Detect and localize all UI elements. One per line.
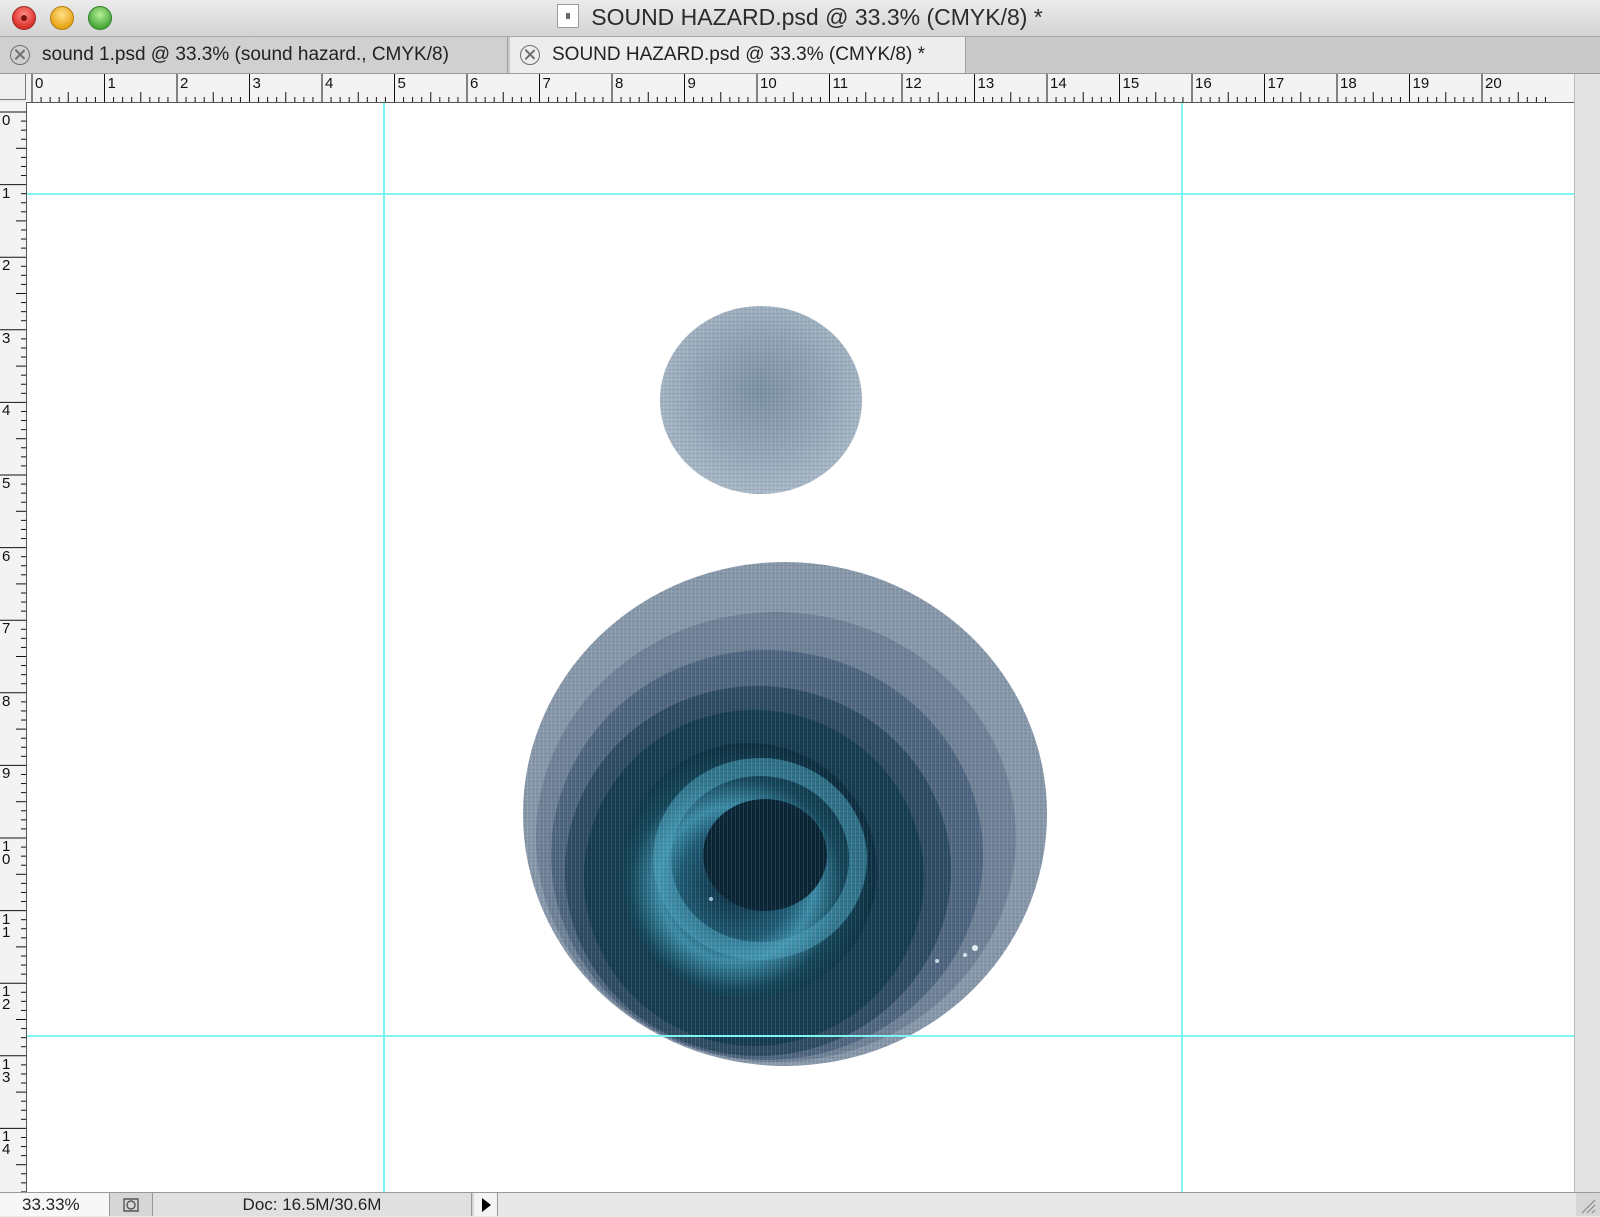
document-tab-bar: sound 1.psd @ 33.3% (sound hazard., CMYK… [0,37,1600,74]
ruler-label: 12 [2,983,11,1014]
tab-sound-1[interactable]: sound 1.psd @ 33.3% (sound hazard., CMYK… [0,37,508,73]
document-canvas[interactable] [27,103,1574,1192]
vertical-ruler[interactable]: 0 1 2 3 4 5 6 7 8 9 10 11 12 13 14 [0,102,27,1192]
ruler-label: 3 [2,329,11,347]
ruler-label: 12 [905,75,922,92]
ruler-label: 7 [542,75,551,92]
ruler-label: 1 [107,75,116,92]
ruler-label: 20 [1485,75,1502,92]
status-menu-arrow-icon[interactable] [474,1193,498,1216]
guide-vertical-left[interactable] [383,103,385,1192]
ruler-origin[interactable] [0,74,26,100]
ruler-label: 6 [470,75,479,92]
vertical-scrollbar[interactable] [1574,74,1600,1192]
document-info[interactable]: Doc: 16.5M/30.6M [152,1193,472,1216]
ruler-label: 4 [325,75,334,92]
ruler-label: 8 [2,692,11,710]
ruler-label: 6 [2,547,11,565]
ruler-label: 15 [1122,75,1140,92]
ruler-label: 13 [977,75,995,92]
ruler-label: 17 [1267,75,1285,92]
window-title-area: SOUND HAZARD.psd @ 33.3% (CMYK/8) * [0,4,1600,31]
ruler-label: 10 [760,75,777,92]
ruler-label: 5 [397,75,406,92]
ruler-label: 11 [832,75,849,92]
horizontal-ruler[interactable]: 0 1 2 3 4 5 6 7 8 9 10 11 12 13 14 15 16 17 18 19 20 [26,74,1574,103]
proof-setup-icon[interactable] [116,1194,146,1216]
tab-close-icon[interactable] [520,45,540,65]
artwork [523,306,1047,1066]
window-title: SOUND HAZARD.psd @ 33.3% (CMYK/8) * [591,4,1043,30]
tab-close-icon[interactable] [10,45,30,65]
guide-horizontal-bottom[interactable] [27,1035,1574,1037]
ruler-label: 10 [2,838,11,868]
horizontal-scrollbar[interactable] [498,1193,1576,1216]
ruler-label: 4 [2,402,11,420]
document-icon [557,4,580,28]
ruler-label: 9 [687,75,696,92]
ruler-label: 14 [1050,75,1067,92]
guide-vertical-right[interactable] [1181,103,1183,1192]
ruler-label: 9 [2,765,11,783]
tab-label: SOUND HAZARD.psd @ 33.3% (CMYK/8) * [552,44,925,65]
ruler-label: 2 [180,75,189,92]
ruler-label: 19 [1412,75,1430,92]
resize-grip-icon[interactable] [1578,1196,1596,1214]
ruler-label: 7 [2,620,11,638]
tab-label: sound 1.psd @ 33.3% (sound hazard., CMYK… [42,44,449,65]
ruler-label: 0 [2,112,11,129]
ruler-label: 2 [2,257,11,275]
ruler-label: 5 [2,475,11,492]
ruler-label: 11 [2,910,11,941]
ruler-label: 1 [2,184,11,202]
ruler-label: 13 [2,1055,11,1086]
ruler-label: 0 [35,75,44,92]
large-circle-shape [523,562,1047,1066]
ruler-label: 18 [1340,75,1357,92]
ruler-label: 8 [615,75,624,92]
ruler-label: 16 [1195,75,1212,92]
ruler-label: 14 [2,1128,11,1159]
zoom-level-field[interactable]: 33.33% [0,1193,110,1216]
title-bar: SOUND HAZARD.psd @ 33.3% (CMYK/8) * [0,0,1600,37]
tab-sound-hazard[interactable]: SOUND HAZARD.psd @ 33.3% (CMYK/8) * [510,37,966,73]
guide-horizontal-top[interactable] [27,193,1574,195]
status-bar: 33.33% Doc: 16.5M/30.6M [0,1192,1600,1216]
ruler-label: 3 [252,75,261,92]
